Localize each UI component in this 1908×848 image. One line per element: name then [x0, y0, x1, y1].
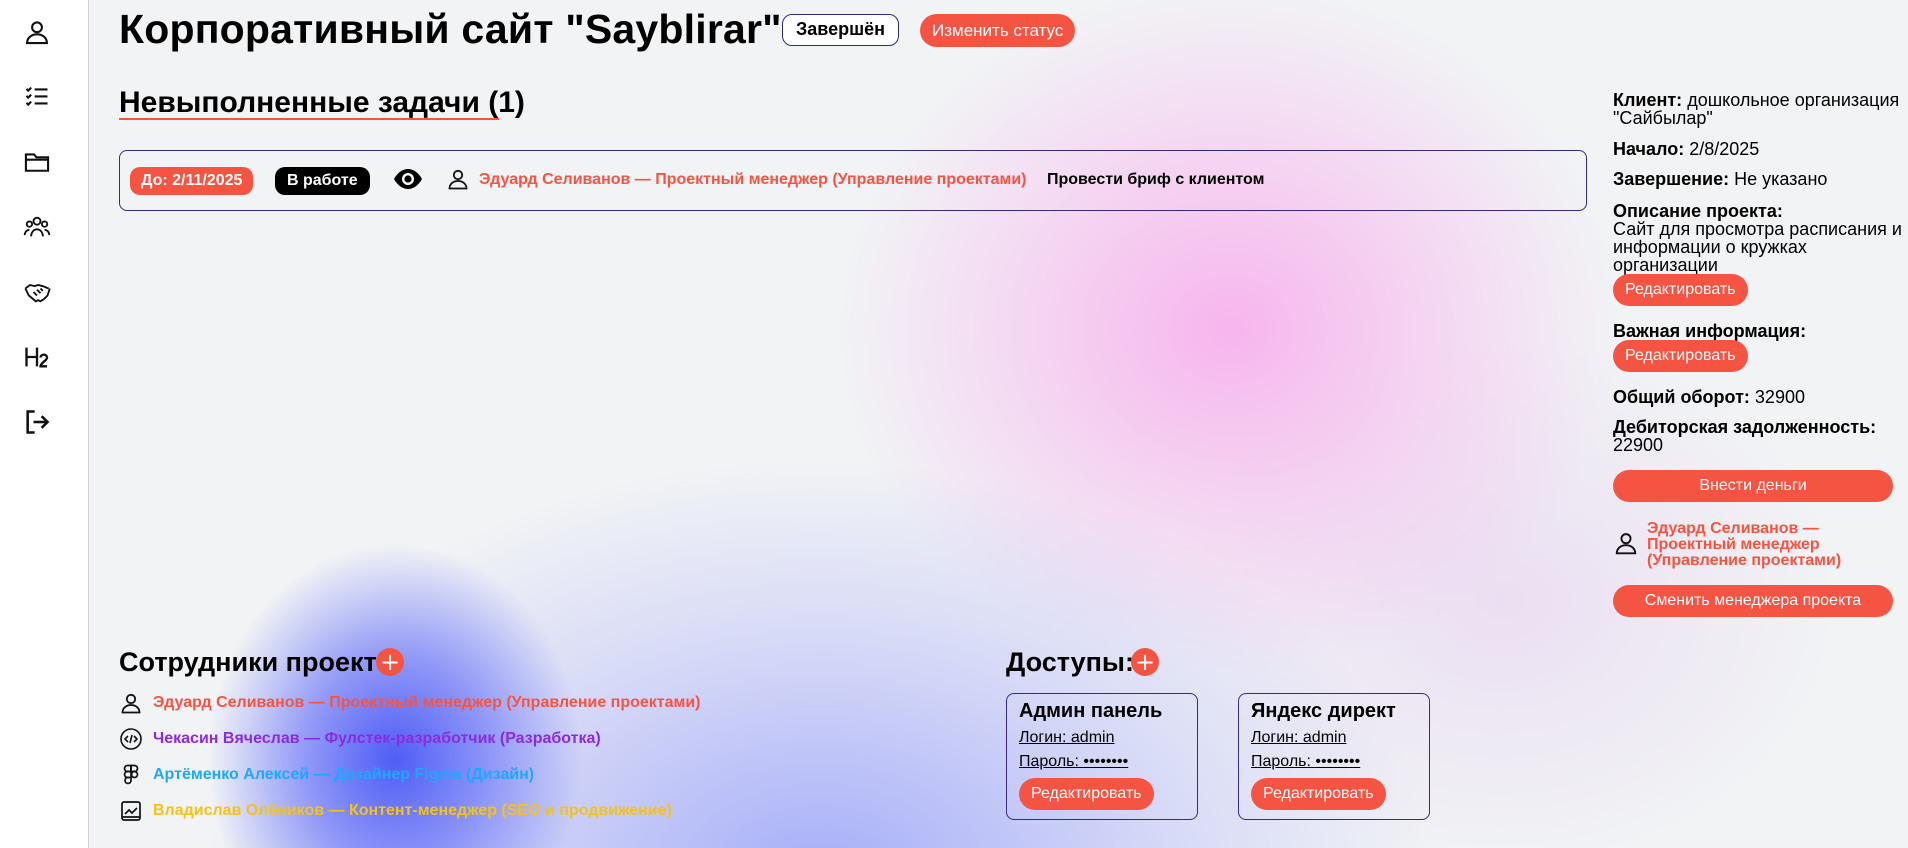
access-login[interactable]: Логин: admin [1251, 729, 1346, 747]
access-password[interactable]: Пароль: •••••••• [1019, 753, 1128, 771]
turnover-info: Общий оборот: 32900 [1613, 388, 1903, 406]
edit-access-button[interactable]: Редактировать [1019, 778, 1154, 810]
task-card[interactable]: До: 2/11/2025 В работе Эдуард Селиванов … [119, 150, 1587, 211]
access-login[interactable]: Логин: admin [1019, 729, 1114, 747]
eye-icon[interactable] [393, 166, 423, 192]
description-label: Описание проекта: [1613, 201, 1783, 221]
page-title: Корпоративный сайт "Sayblirar" [119, 6, 782, 52]
end-info: Завершение: Не указано [1613, 170, 1903, 188]
project-manager: Эдуард Селиванов — Проектный менеджер (У… [1613, 521, 1903, 571]
user-icon [119, 691, 143, 715]
staff-member-name[interactable]: Эдуард Селиванов — Проектный менеджер (У… [153, 694, 701, 712]
task-status-badge: В работе [275, 167, 370, 195]
end-label: Завершение: [1613, 169, 1730, 189]
client-info: Клиент: дошкольное организация "Сайбылар… [1613, 91, 1903, 127]
change-status-button[interactable]: Изменить статус [920, 14, 1076, 47]
start-label: Начало: [1613, 139, 1685, 159]
checklist-icon[interactable] [22, 82, 52, 112]
access-card: Админ панель Логин: admin Пароль: ••••••… [1006, 693, 1198, 820]
handshake-icon[interactable] [22, 277, 52, 307]
change-manager-button[interactable]: Сменить менеджера проекта [1613, 585, 1893, 617]
edit-description-button[interactable]: Редактировать [1613, 274, 1748, 306]
important-info: Важная информация: [1613, 322, 1903, 340]
access-heading: Доступы: [1006, 647, 1134, 677]
edit-important-button[interactable]: Редактировать [1613, 340, 1748, 372]
debt-label: Дебиторская задолженность: [1613, 417, 1877, 437]
debt-info: Дебиторская задолженность: 22900 [1613, 418, 1903, 454]
access-card: Яндекс директ Логин: admin Пароль: •••••… [1238, 693, 1430, 820]
figma-icon [119, 763, 143, 787]
code-icon [119, 727, 143, 751]
deposit-button[interactable]: Внести деньги [1613, 470, 1893, 502]
user-icon [446, 167, 470, 191]
chart-icon [119, 799, 143, 823]
access-card-title: Админ панель [1019, 700, 1163, 722]
staff-member-name[interactable]: Чекасин Вячеслав — Фулстек-разработчик (… [153, 730, 601, 748]
access-password[interactable]: Пароль: •••••••• [1251, 753, 1360, 771]
important-label: Важная информация: [1613, 321, 1807, 341]
task-assignee[interactable]: Эдуард Селиванов — Проектный менеджер (У… [479, 171, 1027, 189]
add-access-button[interactable]: + [1131, 648, 1159, 676]
description-info: Описание проекта: Сайт для просмотра рас… [1613, 202, 1903, 274]
staff-member-name[interactable]: Владислав Олёников — Контент-менеджер (S… [153, 802, 672, 820]
access-card-title: Яндекс директ [1251, 700, 1396, 722]
folder-icon[interactable] [22, 147, 52, 177]
heading-icon[interactable] [22, 342, 52, 372]
team-icon[interactable] [22, 212, 52, 242]
sidebar [0, 0, 89, 848]
start-value: 2/8/2025 [1689, 139, 1760, 159]
task-due-badge: До: 2/11/2025 [130, 167, 254, 195]
user-icon [1613, 530, 1639, 556]
user-icon[interactable] [22, 17, 52, 47]
status-badge: Завершён [782, 14, 900, 46]
turnover-value: 32900 [1754, 387, 1805, 407]
client-label: Клиент: [1613, 90, 1683, 110]
debt-value: 22900 [1613, 435, 1664, 455]
staff-member-name[interactable]: Артёменко Алексей — Дизайнер Figma (Диза… [153, 766, 534, 784]
logout-icon[interactable] [22, 407, 52, 437]
tasks-heading-underline [119, 118, 499, 120]
add-staff-button[interactable]: + [376, 648, 404, 676]
staff-heading: Сотрудники проекта [119, 647, 392, 677]
task-title[interactable]: Провести бриф с клиентом [1047, 171, 1264, 189]
turnover-label: Общий оборот: [1613, 387, 1750, 407]
tasks-heading[interactable]: Невыполненные задачи (1) [119, 86, 525, 120]
end-value: Не указано [1734, 169, 1828, 189]
description-value: Сайт для просмотра расписания и информац… [1613, 219, 1902, 275]
project-manager-name[interactable]: Эдуард Селиванов — Проектный менеджер (У… [1647, 521, 1877, 569]
start-info: Начало: 2/8/2025 [1613, 140, 1903, 158]
edit-access-button[interactable]: Редактировать [1251, 778, 1386, 810]
